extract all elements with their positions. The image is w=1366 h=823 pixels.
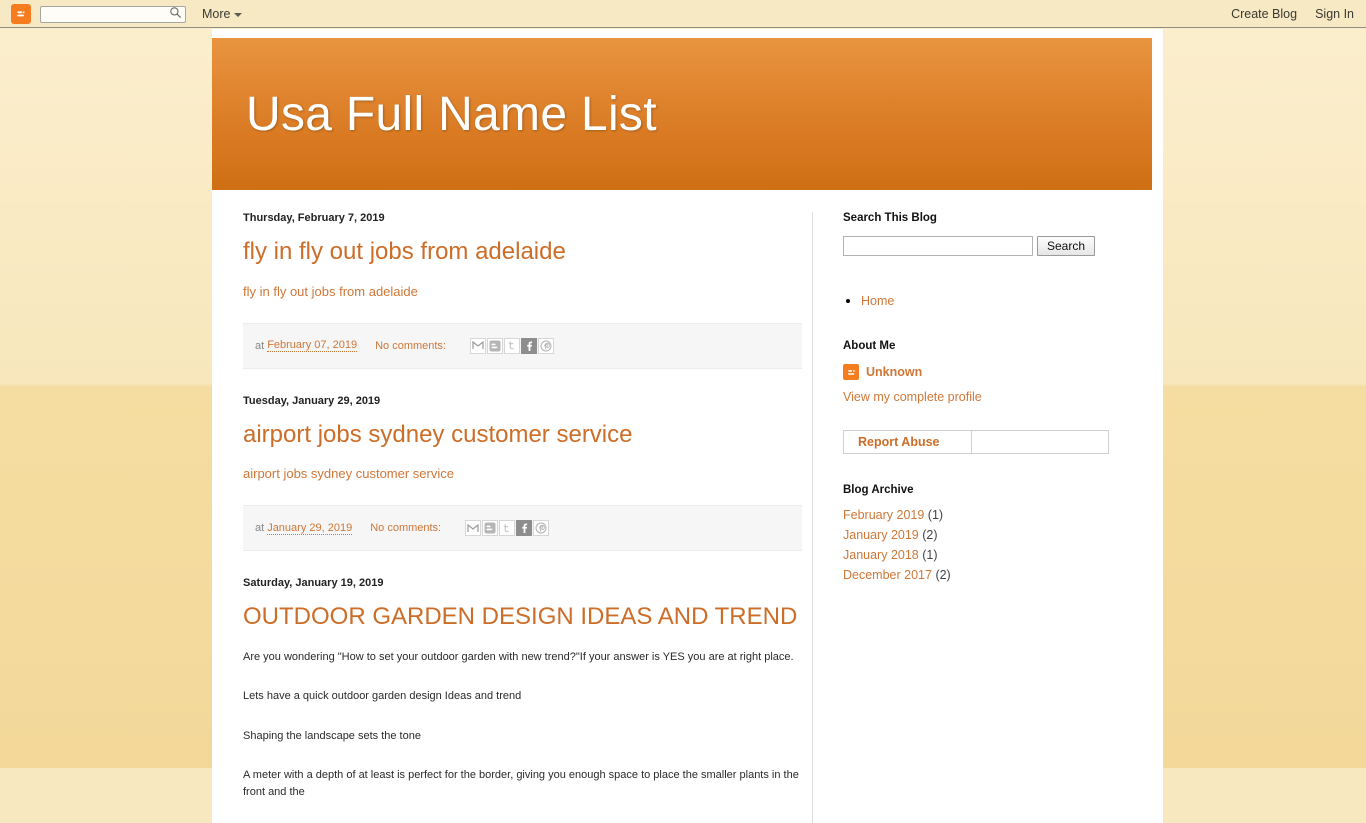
blog-title[interactable]: Usa Full Name List (246, 87, 657, 142)
facebook-share-icon[interactable] (516, 520, 533, 537)
archive-count: (2) (935, 568, 951, 582)
archive-link[interactable]: December 2017 (843, 568, 932, 582)
create-blog-link[interactable]: Create Blog (1231, 7, 1297, 21)
twitter-share-icon[interactable] (504, 337, 520, 354)
post-footer: at February 07, 2019 No comments: (243, 322, 802, 369)
blogger-navbar: More Create Blog Sign In (0, 0, 1366, 28)
blog-post: Saturday, January 19, 2019 OUTDOOR GARDE… (243, 577, 802, 800)
report-abuse-link[interactable]: Report Abuse (844, 431, 972, 453)
share-icon-group (465, 520, 550, 537)
blog-post: Thursday, February 7, 2019 fly in fly ou… (243, 212, 802, 369)
post-date-header: Tuesday, January 29, 2019 (243, 394, 381, 407)
search-button[interactable]: Search (1037, 236, 1096, 256)
report-abuse-empty-cell (972, 431, 1108, 453)
page-list: Home (843, 292, 1103, 310)
post-at-label: at (255, 522, 265, 535)
archive-item: February 2019 (1) (843, 508, 1103, 522)
archive-item: January 2019 (2) (843, 528, 1103, 542)
archive-link[interactable]: January 2018 (843, 548, 919, 562)
blog-outer-wrapper: Usa Full Name List Thursday, February 7,… (212, 29, 1163, 823)
share-icon-group (470, 337, 554, 354)
sidebar-search-row: Search (843, 236, 1103, 256)
content-wrapper: Thursday, February 7, 2019 fly in fly ou… (212, 190, 1163, 823)
post-comments-link[interactable]: No comments: (375, 340, 446, 352)
navbar-search-input[interactable] (40, 5, 186, 23)
email-share-icon[interactable] (470, 337, 486, 354)
post-comments-link[interactable]: No comments: (370, 522, 441, 534)
sidebar-link-home[interactable]: Home (861, 294, 894, 308)
navbar-search-wrapper (40, 4, 186, 23)
about-me-heading: About Me (843, 340, 896, 352)
blog-archive-heading: Blog Archive (843, 484, 914, 496)
post-paragraph: Are you wondering "How to set your outdo… (243, 650, 794, 663)
post-timestamp-link[interactable]: February 07, 2019 (267, 339, 358, 353)
post-title[interactable]: airport jobs sydney customer service (243, 421, 802, 449)
profile-name[interactable]: Unknown (866, 365, 922, 379)
report-abuse-box: Report Abuse (843, 430, 1109, 454)
sidebar: Search This Blog Search Home About Me (813, 212, 1113, 823)
blog-header-banner: Usa Full Name List (212, 38, 1152, 190)
archive-link[interactable]: February 2019 (843, 508, 924, 522)
navbar-more-dropdown[interactable]: More (202, 6, 243, 21)
pinterest-share-icon[interactable] (533, 520, 550, 537)
twitter-share-icon[interactable] (499, 520, 516, 537)
archive-item: January 2018 (1) (843, 548, 1103, 562)
facebook-share-icon[interactable] (521, 337, 537, 354)
post-title[interactable]: OUTDOOR GARDEN DESIGN IDEAS AND TREND (243, 603, 802, 631)
post-timestamp-link[interactable]: January 29, 2019 (267, 522, 353, 535)
post-footer: at January 29, 2019 No comments: (243, 505, 802, 552)
post-body-link[interactable]: airport jobs sydney customer service (243, 466, 802, 481)
pinterest-share-icon[interactable] (538, 337, 554, 354)
archive-count: (1) (922, 548, 938, 562)
archive-item: December 2017 (2) (843, 568, 1103, 582)
blog-post: Tuesday, January 29, 2019 airport jobs s… (243, 395, 802, 552)
archive-link[interactable]: January 2019 (843, 528, 919, 542)
archive-count: (2) (922, 528, 938, 542)
blog-archive-list: February 2019 (1) January 2019 (2) Janua… (843, 508, 1103, 582)
archive-count: (1) (927, 508, 944, 522)
blogger-share-icon[interactable] (487, 337, 503, 354)
post-at-label: at (255, 339, 265, 352)
page-list-item: Home (861, 292, 1103, 310)
email-share-icon[interactable] (465, 520, 482, 537)
navbar-more-label: More (202, 6, 231, 21)
blogger-share-icon[interactable] (482, 520, 499, 537)
post-body-link[interactable]: fly in fly out jobs from adelaide (243, 284, 802, 299)
chevron-down-icon (234, 12, 243, 17)
post-paragraph: Lets have a quick outdoor garden design … (243, 690, 522, 703)
view-profile-link[interactable]: View my complete profile (843, 390, 1103, 404)
post-paragraph: A meter with a depth of at least is perf… (243, 769, 799, 798)
search-input[interactable] (843, 236, 1033, 256)
sign-in-link[interactable]: Sign In (1315, 7, 1354, 21)
blogger-logo-icon[interactable] (11, 3, 31, 24)
blogger-icon (843, 364, 859, 380)
post-title[interactable]: fly in fly out jobs from adelaide (243, 238, 802, 266)
navbar-right-links: Create Blog Sign In (1231, 7, 1354, 21)
post-date-header: Saturday, January 19, 2019 (243, 577, 384, 590)
main-content-column: Thursday, February 7, 2019 fly in fly ou… (212, 212, 813, 823)
post-date-header: Thursday, February 7, 2019 (243, 212, 385, 224)
post-paragraph: Shaping the landscape sets the tone (243, 729, 421, 742)
profile-row: Unknown (843, 364, 1103, 380)
search-blog-heading: Search This Blog (843, 212, 937, 224)
